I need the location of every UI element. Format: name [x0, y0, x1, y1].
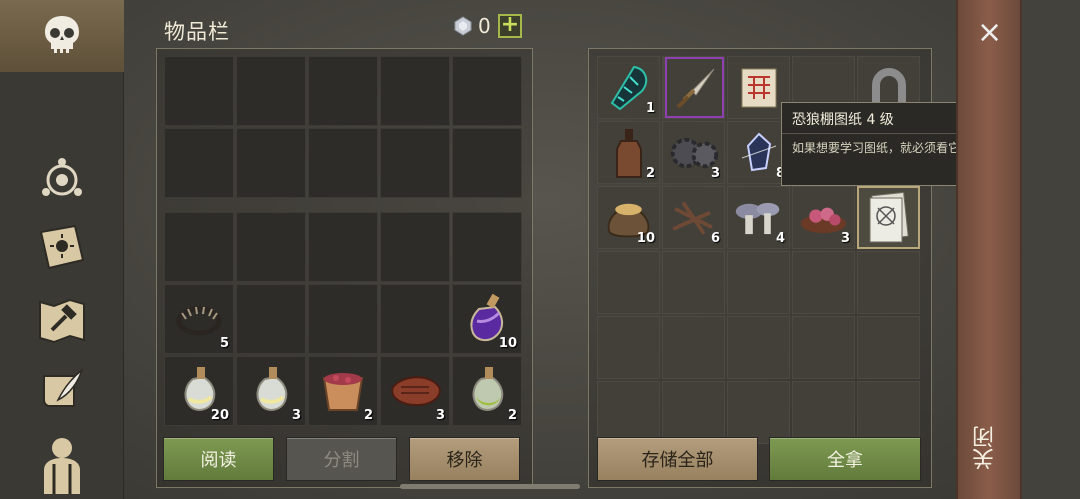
close-icon[interactable]: × [977, 18, 1002, 48]
storage-slot[interactable]: 1 [597, 56, 660, 119]
scroll-quill-icon[interactable] [36, 364, 88, 416]
close-panel[interactable]: × 关闭 [956, 0, 1022, 499]
remove-button[interactable]: 移除 [409, 437, 520, 481]
storage-slot[interactable]: 3 [792, 186, 855, 249]
storage-slot[interactable] [792, 251, 855, 314]
item-count: 4 [775, 231, 785, 246]
item-count: 2 [363, 408, 373, 423]
tooltip-title: 恐狼棚图纸 4 级 [792, 112, 894, 128]
item-count: 1 [645, 101, 655, 116]
storage-slot[interactable] [857, 316, 920, 379]
inventory-slot[interactable] [164, 56, 234, 126]
inventory-slot[interactable] [452, 128, 522, 198]
inventory-slot[interactable] [236, 56, 306, 126]
blueprint-paper-icon [863, 191, 914, 243]
inventory-slot[interactable] [236, 128, 306, 198]
take-all-button[interactable]: 全拿 [769, 437, 921, 481]
storage-slot[interactable] [662, 56, 725, 119]
hammer-map-icon[interactable] [36, 294, 88, 344]
storage-slot[interactable]: 10 [597, 186, 660, 249]
right-edge [1022, 0, 1080, 499]
inventory-slot[interactable]: 20 [164, 356, 234, 426]
storage-slot[interactable] [727, 381, 790, 444]
character-icon[interactable] [36, 434, 88, 494]
item-count: 10 [636, 231, 655, 246]
inventory-slot[interactable]: 3 [380, 356, 450, 426]
item-count: 3 [291, 408, 301, 423]
inventory-slot[interactable] [236, 284, 306, 354]
storage-slot[interactable] [662, 251, 725, 314]
inventory-upper-grid [164, 56, 522, 198]
inventory-slot[interactable]: 10 [452, 284, 522, 354]
storage-slot[interactable]: 3 [662, 121, 725, 184]
storage-slot[interactable]: 4 [727, 186, 790, 249]
read-button[interactable]: 阅读 [163, 437, 274, 481]
currency-amount: 0 [478, 14, 491, 38]
inventory-slot[interactable] [164, 212, 234, 282]
inventory-slot[interactable] [308, 128, 378, 198]
item-count: 10 [498, 336, 517, 351]
skull-icon[interactable] [39, 12, 85, 58]
inventory-slot[interactable] [236, 212, 306, 282]
storage-slot[interactable] [597, 316, 660, 379]
compass-icon[interactable] [38, 154, 86, 202]
item-count: 6 [710, 231, 720, 246]
inventory-slot[interactable] [452, 56, 522, 126]
storage-slot[interactable] [792, 316, 855, 379]
close-label[interactable]: 关闭 [970, 426, 1010, 470]
inventory-slot[interactable]: 3 [236, 356, 306, 426]
scrollbar[interactable] [400, 484, 580, 489]
storage-slot[interactable] [792, 381, 855, 444]
inventory-slot[interactable]: 5 [164, 284, 234, 354]
storage-slot[interactable]: 6 [662, 186, 725, 249]
item-count: 5 [219, 336, 229, 351]
storage-slot[interactable] [662, 381, 725, 444]
store-all-button[interactable]: 存储全部 [597, 437, 758, 481]
inventory-slot[interactable] [452, 212, 522, 282]
item-count: 2 [645, 166, 655, 181]
item-count: 2 [507, 408, 517, 423]
storage-slot[interactable] [597, 251, 660, 314]
inventory-slot[interactable] [380, 56, 450, 126]
item-count: 20 [210, 408, 229, 423]
storage-slot[interactable] [857, 251, 920, 314]
inventory-slot[interactable] [308, 284, 378, 354]
storage-slot[interactable] [727, 251, 790, 314]
storage-slot[interactable] [597, 381, 660, 444]
storage-slot[interactable] [857, 186, 920, 249]
inventory-slot[interactable] [380, 212, 450, 282]
inventory-slot[interactable]: 2 [308, 356, 378, 426]
inventory-slot[interactable] [380, 128, 450, 198]
gem-icon [454, 16, 472, 36]
inventory-slot[interactable]: 2 [452, 356, 522, 426]
storage-slot[interactable]: 2 [597, 121, 660, 184]
sidebar [0, 0, 124, 499]
inventory-slot[interactable] [308, 56, 378, 126]
inventory-slot[interactable] [308, 212, 378, 282]
storage-slot[interactable] [727, 316, 790, 379]
item-count: 3 [710, 166, 720, 181]
sun-book-icon[interactable] [35, 222, 89, 272]
storage-slot[interactable] [662, 316, 725, 379]
storage-slot[interactable] [857, 381, 920, 444]
split-button[interactable]: 分割 [286, 437, 397, 481]
item-count: 3 [840, 231, 850, 246]
inventory-lower-grid: 5 10 20 3 2 3 2 [164, 212, 522, 426]
dagger-icon [669, 61, 720, 114]
item-count: 3 [435, 408, 445, 423]
inventory-slot[interactable] [164, 128, 234, 198]
page-title: 物品栏 [164, 20, 230, 44]
inventory-slot[interactable] [380, 284, 450, 354]
add-currency-button[interactable]: + [498, 14, 522, 38]
blueprint-scroll-icon [732, 61, 785, 114]
